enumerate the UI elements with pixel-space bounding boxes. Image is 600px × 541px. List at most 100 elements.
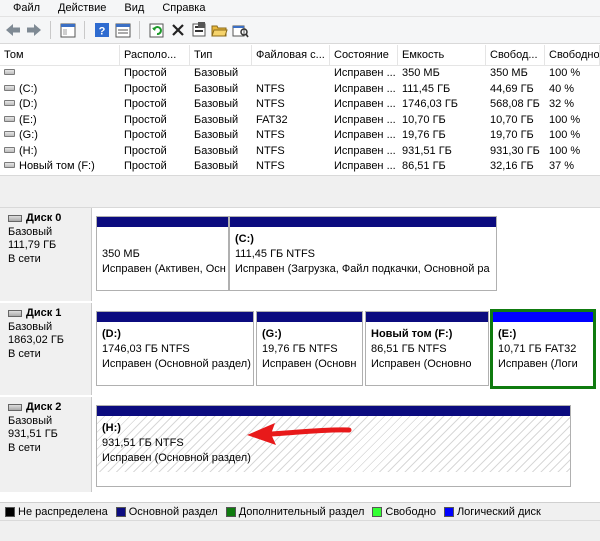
cell-text: 100 % <box>549 67 581 79</box>
disk-label[interactable]: Диск 1 Базовый 1863,02 ГБ В сети <box>0 303 92 395</box>
legend: Не распределена Основной раздел Дополнит… <box>0 502 600 520</box>
table-cell: 86,51 ГБ <box>398 159 486 175</box>
pane-splitter[interactable] <box>0 175 600 208</box>
column-header[interactable]: Том <box>0 45 120 66</box>
table-row[interactable]: (E:) Простой Базовый FAT32 Исправен ... 10,70… <box>0 113 600 129</box>
table-row[interactable]: (D:) Простой Базовый NTFS Исправен ... 1746,0… <box>0 97 600 113</box>
help-icon[interactable]: ? <box>92 21 111 40</box>
legend-label: Логический диск <box>456 505 541 518</box>
table-row[interactable]: Новый том (F:) Простой Базовый NTFS Исправен… <box>0 159 600 175</box>
legend-label: Дополнительный раздел <box>238 505 365 518</box>
disk-label[interactable]: Диск 0 Базовый 111,79 ГБ В сети <box>0 208 92 301</box>
column-header[interactable]: Файловая с... <box>252 45 330 66</box>
menu-action[interactable]: Действие <box>49 0 115 17</box>
cell-text: Базовый <box>194 113 239 126</box>
legend-item: Свободно <box>372 506 436 518</box>
cell-text: 37 % <box>549 160 575 172</box>
disk-name: Диск 1 <box>26 307 62 319</box>
disk-size: 111,79 ГБ <box>8 239 57 251</box>
disk-name: Диск 0 <box>26 212 62 224</box>
disk-title: Диск 1 <box>8 307 91 321</box>
table-cell: 111,45 ГБ <box>398 82 486 98</box>
cell-text: Простой <box>124 113 167 126</box>
cell-text: (D:) <box>19 98 38 110</box>
disk-type: Базовый <box>8 225 53 238</box>
column-header[interactable]: Емкость <box>398 45 486 66</box>
table-cell: 10,70 ГБ <box>398 113 486 129</box>
refresh-icon[interactable] <box>147 21 166 40</box>
legend-item: Дополнительный раздел <box>225 505 365 518</box>
partition-size: 1746,03 ГБ NTFS <box>102 343 190 355</box>
table-cell: 37 % <box>545 159 600 175</box>
cell-text: 19,70 ГБ <box>490 129 534 141</box>
open-folder-icon[interactable] <box>210 21 229 40</box>
forward-arrow-icon[interactable] <box>24 21 43 40</box>
legend-item: Логический диск <box>443 505 541 518</box>
disk-status: В сети <box>8 347 41 360</box>
partition-size: 350 МБ <box>102 248 140 260</box>
partition-selected[interactable]: (E:) 10,71 ГБ FAT32 Исправен (Логи <box>490 309 596 389</box>
cell-text: Базовый <box>194 67 239 79</box>
column-header[interactable]: Состояние <box>330 45 398 66</box>
cell-text: Базовый <box>194 98 239 110</box>
column-header[interactable]: Свободно % <box>545 45 600 66</box>
partition-type-bar <box>257 312 362 322</box>
volume-icon <box>4 131 15 138</box>
properties-list-icon[interactable] <box>113 21 132 40</box>
properties-icon[interactable] <box>189 21 208 40</box>
legend-swatch <box>115 506 126 517</box>
console-icon[interactable] <box>58 21 77 40</box>
disk-drive-icon <box>8 404 22 412</box>
column-header[interactable]: Свобод... <box>486 45 545 66</box>
table-cell: 19,76 ГБ <box>398 128 486 144</box>
cell-text: 10,70 ГБ <box>490 113 534 126</box>
cell-text: 100 % <box>549 113 581 126</box>
table-cell: Базовый <box>190 159 252 175</box>
disk-type: Базовый <box>8 320 53 333</box>
status-bar <box>0 520 600 541</box>
partition[interactable]: 350 МБ Исправен (Активен, Осн <box>96 216 229 291</box>
table-cell: (G:) <box>0 128 120 144</box>
table-cell: (E:) <box>0 113 120 129</box>
red-arrow-icon <box>247 423 352 445</box>
partition-size: 19,76 ГБ NTFS <box>262 343 338 355</box>
disk-type: Базовый <box>8 414 53 427</box>
table-cell: NTFS <box>252 97 330 113</box>
table-body: Простой Базовый Исправен ... 350 МБ 350 МБ 10… <box>0 66 600 175</box>
table-cell: (D:) <box>0 97 120 113</box>
table-cell: 568,08 ГБ <box>486 97 545 113</box>
partition[interactable]: (G:) 19,76 ГБ NTFS Исправен (Основн <box>256 311 363 386</box>
menu-help[interactable]: Справка <box>153 0 214 17</box>
menu-view[interactable]: Вид <box>115 0 153 17</box>
table-cell: 32 % <box>545 97 600 113</box>
partition[interactable]: Новый том (F:) 86,51 ГБ NTFS Исправен (О… <box>365 311 489 386</box>
cell-text: (E:) <box>19 113 37 126</box>
menu-file[interactable]: Файл <box>4 0 49 17</box>
partition[interactable]: (C:) 111,45 ГБ NTFS Исправен (Загрузка, … <box>229 216 497 291</box>
table-cell: 350 МБ <box>486 66 545 82</box>
table-cell: 100 % <box>545 113 600 129</box>
legend-label: Не распределена <box>18 505 108 518</box>
cell-text: FAT32 <box>256 113 288 126</box>
disk-label[interactable]: Диск 2 Базовый 931,51 ГБ В сети <box>0 397 92 492</box>
table-row[interactable]: (G:) Простой Базовый NTFS Исправен ... 19,76 … <box>0 128 600 144</box>
cell-text: 44,69 ГБ <box>490 82 534 95</box>
cell-text: NTFS <box>256 129 285 141</box>
table-cell: Исправен ... <box>330 66 398 82</box>
cell-text: 19,76 ГБ <box>402 129 446 141</box>
explore-icon[interactable] <box>231 21 250 40</box>
table-cell: Простой <box>120 144 190 160</box>
svg-text:?: ? <box>98 26 105 38</box>
table-row[interactable]: (H:) Простой Базовый NTFS Исправен ... 931,51… <box>0 144 600 160</box>
toolbar-separator <box>50 21 51 39</box>
column-header[interactable]: Располо... <box>120 45 190 66</box>
table-cell: FAT32 <box>252 113 330 129</box>
table-cell: 1746,03 ГБ <box>398 97 486 113</box>
delete-icon[interactable] <box>168 21 187 40</box>
column-header[interactable]: Тип <box>190 45 252 66</box>
table-cell <box>252 66 330 82</box>
back-arrow-icon[interactable] <box>3 21 22 40</box>
table-row[interactable]: (C:) Простой Базовый NTFS Исправен ... 111,45… <box>0 82 600 98</box>
table-row[interactable]: Простой Базовый Исправен ... 350 МБ 350 МБ 10… <box>0 66 600 82</box>
partition[interactable]: (D:) 1746,03 ГБ NTFS Исправен (Основной … <box>96 311 254 386</box>
